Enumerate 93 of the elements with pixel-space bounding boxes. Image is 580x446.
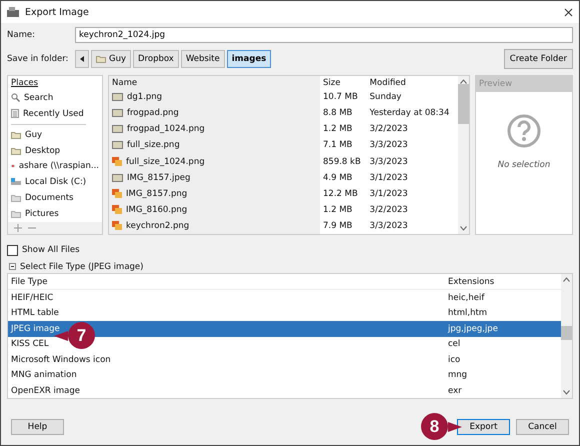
path-crumb[interactable]: Dropbox bbox=[133, 50, 179, 68]
checkbox[interactable] bbox=[7, 244, 18, 256]
file-modified: 3/2/2023 bbox=[368, 123, 409, 136]
step-badge: 8 bbox=[421, 413, 448, 440]
pointer-arrow bbox=[448, 422, 462, 432]
app-icon bbox=[7, 7, 19, 17]
file-name[interactable]: dg1.png bbox=[127, 92, 162, 102]
name-column-header[interactable]: Name bbox=[109, 76, 320, 90]
image-thumbnail-icon bbox=[112, 141, 123, 150]
modified-column-header[interactable]: Modified bbox=[366, 76, 458, 90]
collapse-icon[interactable] bbox=[9, 263, 16, 270]
preview-heading: Preview bbox=[476, 76, 572, 92]
file-name[interactable]: full_size.png bbox=[127, 140, 180, 150]
places-item[interactable]: Local Disk (C:) bbox=[8, 174, 102, 190]
close-icon[interactable] bbox=[564, 8, 573, 16]
places-item[interactable]: Desktop bbox=[8, 142, 102, 158]
back-arrow-button[interactable] bbox=[75, 50, 89, 68]
search-icon bbox=[11, 93, 20, 102]
file-name[interactable]: IMG_8157.png bbox=[126, 188, 188, 199]
image-file-icon bbox=[112, 157, 122, 166]
places-item[interactable]: Documents bbox=[8, 190, 102, 206]
file-size: 7.1 MB bbox=[320, 137, 367, 154]
file-modified: Yesterday at 08:34 bbox=[368, 107, 450, 120]
places-item[interactable]: Recently Used bbox=[8, 106, 102, 122]
file-size: 1.2 MB bbox=[320, 121, 367, 138]
file-name[interactable]: frogpad.png bbox=[127, 108, 179, 118]
folder-icon bbox=[96, 55, 106, 63]
extensions-cell-text: mng bbox=[447, 369, 468, 382]
create-folder-button[interactable]: Create Folder bbox=[504, 49, 573, 69]
scrollbar-thumb[interactable] bbox=[458, 84, 469, 124]
file-modified: Sunday bbox=[368, 91, 402, 104]
file-type-cell[interactable]: Microsoft Windows icon bbox=[8, 352, 445, 368]
file-modified: 3/3/2023 bbox=[368, 220, 409, 233]
image-thumbnail-icon bbox=[112, 93, 123, 102]
file-size: 8.8 MB bbox=[320, 105, 367, 122]
path-crumb[interactable]: Guy bbox=[91, 50, 132, 68]
file-type-cell[interactable]: HEIF/HEIC bbox=[8, 290, 445, 306]
name-label: Name: bbox=[7, 29, 36, 42]
show-all-files-label: Show All Files bbox=[22, 245, 80, 255]
scrollbar-thumb[interactable] bbox=[561, 326, 572, 340]
scroll-up-icon[interactable] bbox=[460, 79, 467, 84]
size-column-header[interactable]: Size bbox=[320, 76, 367, 90]
path-crumb[interactable]: Website bbox=[180, 50, 225, 68]
file-size: 4.9 MB bbox=[320, 170, 367, 186]
file-name[interactable]: IMG_8160.png bbox=[126, 204, 188, 215]
window-title: Export Image bbox=[25, 6, 90, 18]
extensions-cell: cel bbox=[445, 336, 561, 352]
file-size: 10.7 MB bbox=[320, 89, 367, 106]
file-modified: 3/1/2023 bbox=[368, 188, 409, 201]
scroll-up-icon[interactable] bbox=[563, 277, 570, 282]
file-size: 12.2 MB bbox=[320, 186, 367, 202]
file-size: 1.2 MB bbox=[320, 202, 367, 218]
help-button[interactable]: Help bbox=[11, 419, 64, 435]
file-modified: 3/3/2023 bbox=[368, 139, 409, 152]
extensions-cell: heic,heif bbox=[445, 290, 561, 306]
extensions-cell: html,htm bbox=[445, 306, 561, 321]
places-item[interactable]: Search bbox=[8, 90, 102, 106]
file-modified: 3/3/2023 bbox=[368, 156, 409, 168]
places-item[interactable]: Guy bbox=[8, 126, 102, 143]
file-type-column-header[interactable]: File Type bbox=[8, 274, 445, 290]
file-modified: 3/2/2023 bbox=[368, 204, 409, 217]
places-item[interactable]: Pictures bbox=[8, 206, 102, 222]
places-item[interactable]: ashare (\\raspian... bbox=[8, 158, 102, 174]
name-field[interactable]: keychron2_1024.jpg bbox=[75, 27, 573, 43]
cancel-button[interactable]: Cancel bbox=[516, 419, 569, 435]
question-mark-icon bbox=[507, 114, 541, 148]
image-thumbnail-icon bbox=[112, 174, 123, 182]
export-button[interactable]: Export bbox=[457, 419, 510, 435]
file-name[interactable]: keychron2.png bbox=[126, 220, 190, 231]
scroll-down-icon[interactable] bbox=[460, 226, 467, 231]
image-thumbnail-icon bbox=[112, 125, 123, 134]
file-size: 7.9 MB bbox=[320, 218, 367, 234]
scroll-down-icon[interactable] bbox=[563, 390, 570, 395]
file-type-expander-label: Select File Type (JPEG image) bbox=[20, 262, 144, 272]
file-modified: 3/1/2023 bbox=[368, 172, 409, 185]
file-type-cell[interactable]: MNG animation bbox=[8, 368, 445, 383]
drive-icon bbox=[11, 178, 21, 186]
document-icon bbox=[11, 109, 19, 118]
no-selection-text: No selection bbox=[498, 160, 550, 170]
save-in-folder-label: Save in folder: bbox=[7, 53, 69, 66]
extensions-cell: jpg,jpeg,jpe bbox=[445, 321, 561, 336]
scrollbar[interactable] bbox=[561, 274, 572, 398]
path-crumb[interactable]: images bbox=[226, 50, 272, 68]
file-type-cell[interactable]: OpenEXR image bbox=[8, 383, 445, 398]
file-name[interactable]: IMG_8157.jpeg bbox=[127, 172, 190, 183]
places-heading: Places bbox=[10, 77, 40, 90]
file-type-cell[interactable]: HTML table bbox=[8, 306, 445, 321]
image-thumbnail-icon bbox=[112, 109, 123, 118]
extensions-cell-text: exr bbox=[447, 384, 463, 398]
scrollbar[interactable] bbox=[458, 76, 469, 234]
caret-icon bbox=[80, 56, 84, 62]
extensions-cell-text: ico bbox=[447, 354, 462, 367]
file-size: 859.8 kB bbox=[320, 153, 367, 170]
